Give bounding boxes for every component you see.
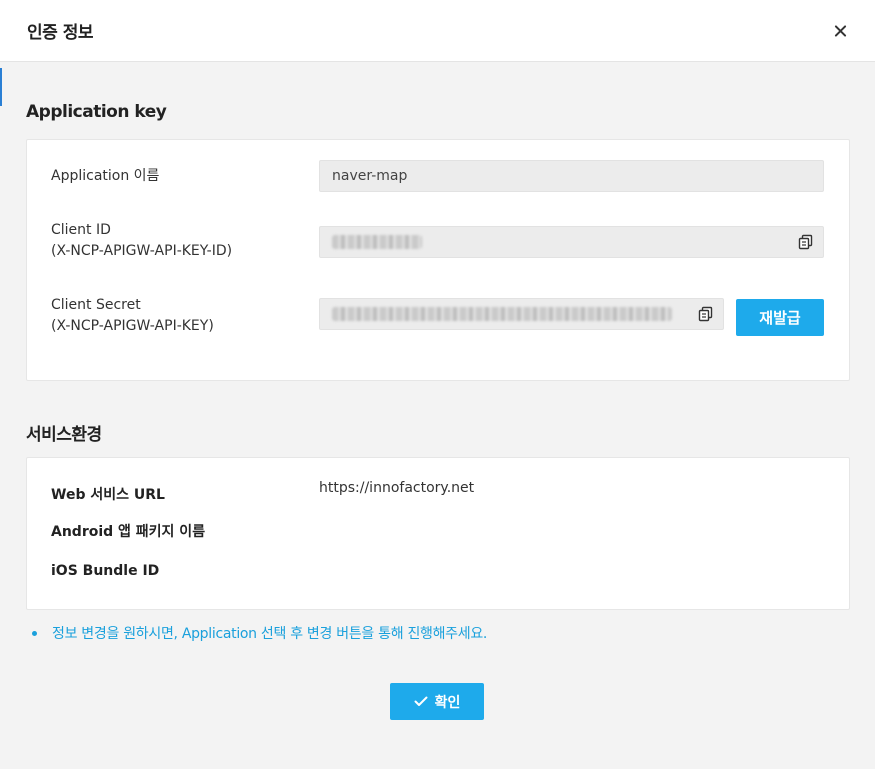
modal-title: 인증 정보	[27, 23, 93, 43]
modal-header: 인증 정보	[0, 0, 875, 62]
confirm-button[interactable]: 확인	[390, 683, 484, 720]
service-env-title: 서비스환경	[26, 425, 102, 445]
client-id-masked-value	[332, 235, 422, 249]
web-service-url-value: https://innofactory.net	[319, 480, 475, 496]
client-id-label-line1: Client ID	[51, 222, 111, 238]
client-id-field	[319, 226, 824, 258]
auth-info-modal: 인증 정보 Application key Application 이름 nav…	[0, 0, 875, 769]
check-icon	[414, 696, 428, 707]
notice-message: 정보 변경을 원하시면, Application 선택 후 변경 버튼을 통해 …	[30, 623, 487, 643]
copy-client-id-icon[interactable]	[798, 234, 814, 250]
application-name-field: naver-map	[319, 160, 824, 192]
service-env-card: Web 서비스 URL https://innofactory.net Andr…	[26, 457, 850, 610]
client-id-label-line2: (X-NCP-APIGW-API-KEY-ID)	[51, 243, 233, 259]
ios-bundle-id-label: iOS Bundle ID	[51, 563, 160, 579]
copy-client-secret-icon[interactable]	[698, 306, 714, 322]
bullet-dot	[32, 630, 37, 636]
application-key-title: Application key	[26, 102, 167, 122]
web-service-url-label: Web 서비스 URL	[51, 487, 165, 503]
client-secret-field	[319, 298, 724, 330]
client-secret-label-line1: Client Secret	[51, 297, 141, 313]
application-name-label: Application 이름	[51, 168, 160, 184]
application-key-card: Application 이름 naver-map Client ID (X-NC…	[26, 139, 850, 381]
notice-text: 정보 변경을 원하시면, Application 선택 후 변경 버튼을 통해 …	[52, 626, 488, 642]
client-id-label: Client ID (X-NCP-APIGW-API-KEY-ID)	[51, 220, 232, 262]
left-accent-bar	[0, 68, 2, 106]
close-icon[interactable]	[830, 21, 850, 41]
client-secret-label-line2: (X-NCP-APIGW-API-KEY)	[51, 318, 214, 334]
application-name-value: naver-map	[332, 168, 408, 184]
client-secret-label: Client Secret (X-NCP-APIGW-API-KEY)	[51, 295, 214, 337]
reissue-button[interactable]: 재발급	[736, 299, 824, 336]
android-package-label: Android 앱 패키지 이름	[51, 524, 206, 540]
client-secret-masked-value	[332, 307, 672, 321]
confirm-label: 확인	[434, 694, 461, 711]
